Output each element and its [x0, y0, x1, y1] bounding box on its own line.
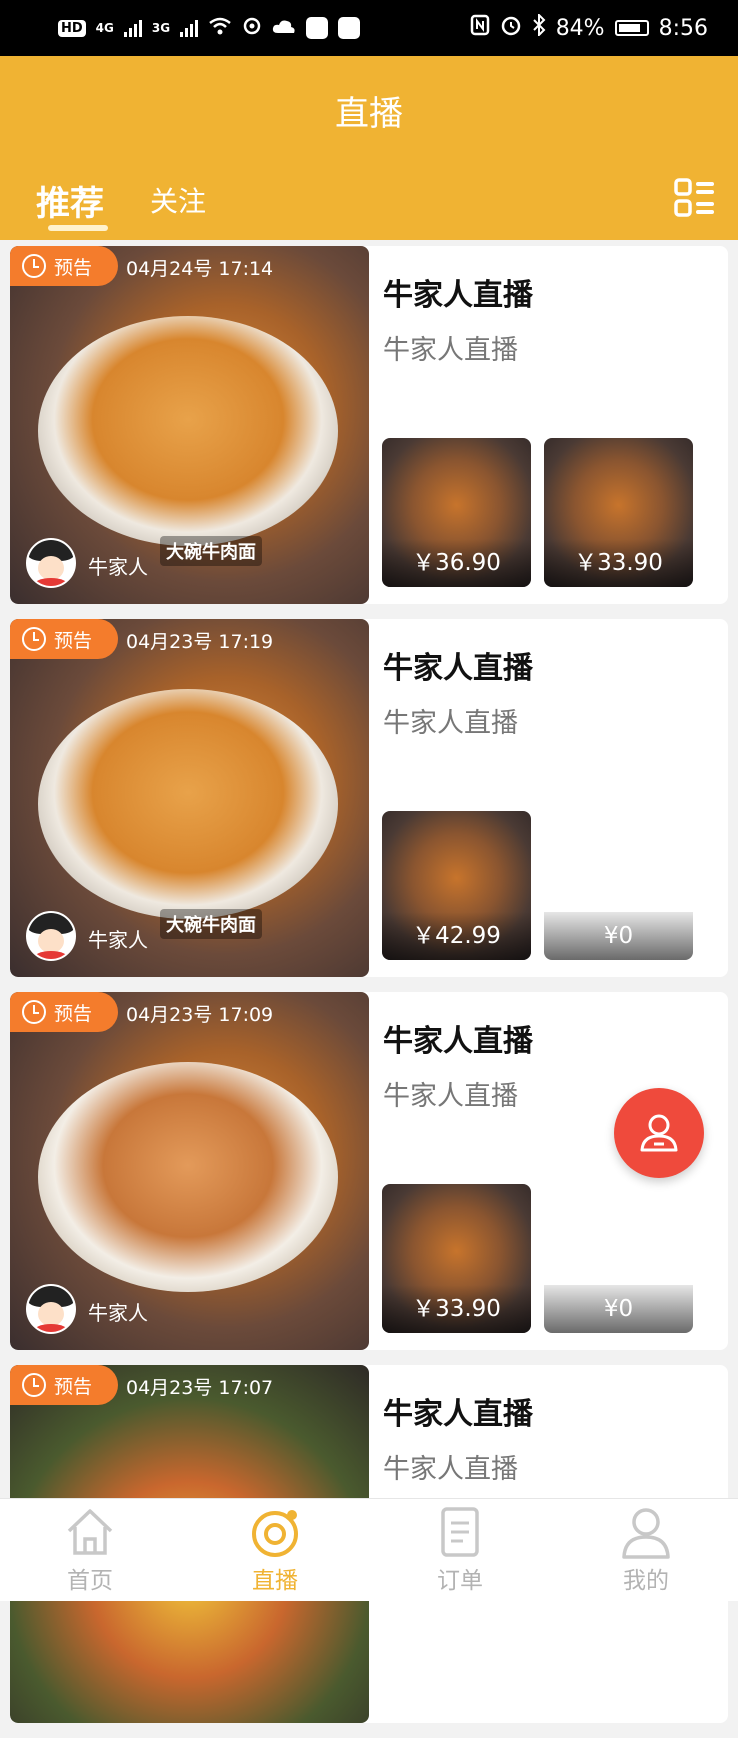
clock-icon	[22, 1373, 46, 1397]
product-thumbnail-empty[interactable]: ¥0	[544, 1184, 693, 1333]
host-avatar[interactable]	[26, 911, 76, 961]
clock-icon	[22, 254, 46, 278]
nav-live-label: 直播	[252, 1568, 298, 1594]
preview-badge: 预告	[10, 992, 118, 1032]
stream-cover-image[interactable]: 大碗牛肉面 预告 04月23号 17:19 牛家人	[10, 619, 369, 977]
stream-datetime: 04月24号 17:14	[126, 258, 274, 280]
network-3g-label: 3G	[151, 21, 171, 35]
order-icon	[441, 1507, 479, 1557]
nav-profile-label: 我的	[623, 1568, 669, 1594]
cover-label: 大碗牛肉面	[160, 536, 262, 566]
stream-title: 牛家人直播	[383, 651, 533, 686]
host-name: 牛家人	[88, 555, 148, 579]
stream-datetime: 04月23号 17:19	[126, 631, 274, 653]
product-thumbnail-empty[interactable]: ¥0	[544, 811, 693, 960]
clock-icon	[22, 627, 46, 651]
wifi-icon	[208, 16, 232, 41]
product-price: ￥36.90	[382, 539, 531, 587]
profile-icon	[622, 1508, 670, 1559]
badge-label: 预告	[54, 256, 93, 279]
app-notification-icon	[338, 17, 361, 39]
profile-fab-button[interactable]	[614, 1088, 704, 1178]
live-stream-card[interactable]: 大碗牛肉面 预告 04月23号 17:19 牛家人 牛家人直播 牛家人直播 ￥4…	[10, 619, 728, 977]
product-thumbnail[interactable]: ￥36.90	[382, 438, 531, 587]
stream-title: 牛家人直播	[383, 1024, 533, 1059]
status-right: 84% 8:56	[470, 12, 708, 42]
battery-icon	[614, 20, 649, 36]
live-stream-card[interactable]: 预告 04月23号 17:09 牛家人 牛家人直播 牛家人直播 ￥33.90 ¥…	[10, 992, 728, 1350]
active-tab-indicator	[48, 225, 108, 231]
nav-orders[interactable]: 订单	[400, 1505, 520, 1595]
host-avatar[interactable]	[26, 1284, 76, 1334]
stream-cover-image[interactable]: 预告 04月23号 17:09 牛家人	[10, 992, 369, 1350]
home-icon	[67, 1509, 113, 1555]
nav-home[interactable]: 首页	[30, 1505, 150, 1595]
alarm-icon	[500, 14, 522, 42]
app-notification-icon	[306, 17, 329, 39]
host-name: 牛家人	[88, 928, 148, 952]
cover-label: 大碗牛肉面	[160, 909, 262, 939]
tab-follow[interactable]: 关注	[150, 180, 206, 220]
stream-datetime: 04月23号 17:09	[126, 1004, 274, 1026]
bluetooth-icon	[532, 12, 546, 42]
food-image	[38, 316, 338, 546]
layout-toggle-icon[interactable]	[674, 178, 716, 218]
live-stream-card[interactable]: 大碗牛肉面 预告 04月24号 17:14 牛家人 牛家人直播 牛家人直播 ￥3…	[10, 246, 728, 604]
product-thumbnail[interactable]: ￥42.99	[382, 811, 531, 960]
nav-live[interactable]: 直播	[215, 1505, 335, 1595]
badge-label: 预告	[54, 1375, 93, 1398]
signal-icon	[180, 19, 199, 37]
stream-title: 牛家人直播	[383, 278, 533, 313]
stream-cover-image[interactable]: 大碗牛肉面 预告 04月24号 17:14 牛家人	[10, 246, 369, 604]
product-price: ¥0	[544, 912, 693, 960]
host-name: 牛家人	[88, 1301, 148, 1325]
badge-label: 预告	[54, 629, 93, 652]
nav-orders-label: 订单	[437, 1568, 483, 1594]
hd-indicator: HD	[58, 19, 86, 37]
stream-datetime: 04月23号 17:07	[126, 1377, 274, 1399]
page-title: 直播	[335, 94, 403, 134]
clock-time: 8:56	[658, 15, 708, 41]
network-4g-label: 4G	[95, 21, 114, 35]
stream-subtitle: 牛家人直播	[383, 1454, 518, 1485]
product-price: ￥33.90	[544, 539, 693, 587]
preview-badge: 预告	[10, 619, 118, 659]
product-thumbnail[interactable]: ￥33.90	[544, 438, 693, 587]
nav-home-label: 首页	[67, 1568, 113, 1594]
product-price: ￥33.90	[382, 1285, 531, 1333]
stream-subtitle: 牛家人直播	[383, 708, 518, 739]
signal-icon	[123, 19, 142, 37]
badge-label: 预告	[54, 1002, 93, 1025]
hotspot-icon	[242, 16, 262, 41]
stream-title: 牛家人直播	[383, 1397, 533, 1432]
product-price: ¥0	[544, 1285, 693, 1333]
cloud-icon	[272, 18, 296, 39]
preview-badge: 预告	[10, 1365, 118, 1405]
host-avatar[interactable]	[26, 538, 76, 588]
bottom-navigation: 首页 直播 订单 我的	[0, 1498, 738, 1601]
battery-percent: 84%	[555, 15, 605, 41]
stream-subtitle: 牛家人直播	[383, 335, 518, 366]
product-price: ￥42.99	[382, 912, 531, 960]
nav-profile[interactable]: 我的	[586, 1505, 706, 1595]
live-icon	[252, 1510, 298, 1557]
status-left: HD 4G 3G	[58, 16, 361, 41]
clock-icon	[22, 1000, 46, 1024]
food-image	[38, 689, 338, 919]
product-thumbnail[interactable]: ￥33.90	[382, 1184, 531, 1333]
food-image	[38, 1062, 338, 1292]
tab-recommend[interactable]: 推荐	[36, 176, 104, 225]
preview-badge: 预告	[10, 246, 118, 286]
nfc-icon	[470, 14, 490, 42]
stream-subtitle: 牛家人直播	[383, 1081, 518, 1112]
header: 直播 推荐 关注	[0, 56, 738, 240]
user-icon	[640, 1114, 678, 1152]
status-bar: HD 4G 3G 84% 8:56	[0, 0, 738, 56]
